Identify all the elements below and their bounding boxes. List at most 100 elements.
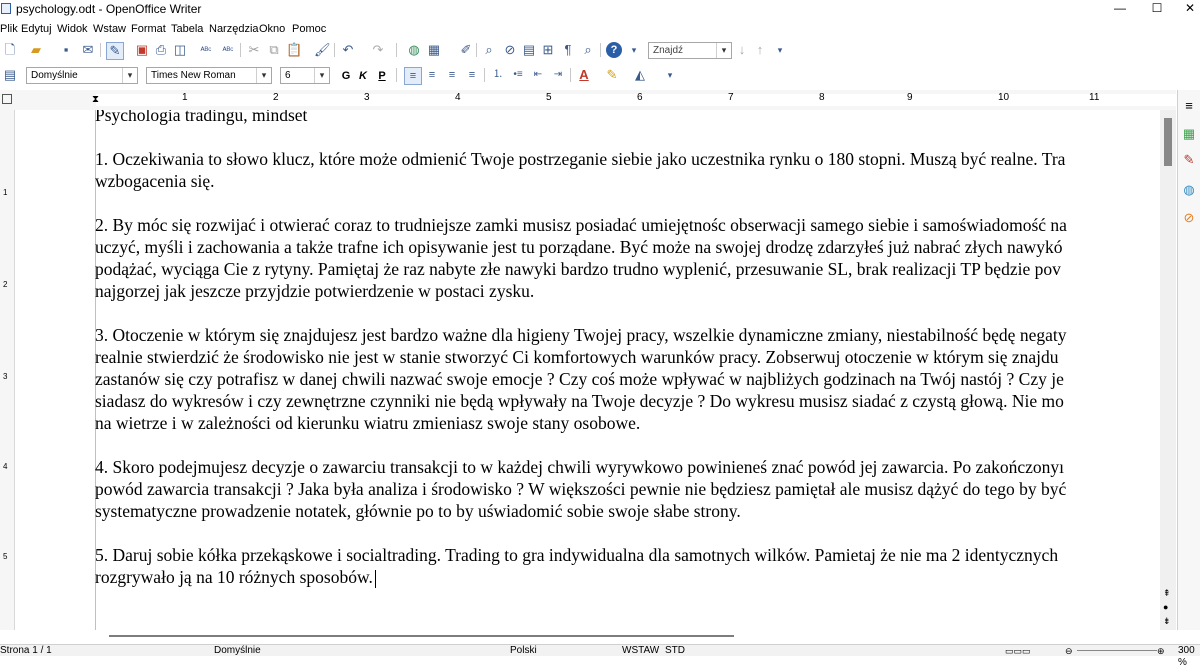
toolbar-options-icon[interactable]: ▾: [662, 67, 678, 83]
vertical-scrollbar[interactable]: ⇞ ● ⇟: [1160, 110, 1176, 630]
underline-button[interactable]: P: [376, 67, 388, 85]
menu-narzedzia[interactable]: Narzędzia: [209, 23, 259, 35]
font-color-icon[interactable]: A: [576, 67, 592, 83]
styles-and-formatting-icon[interactable]: ▤: [2, 67, 18, 83]
decrease-indent-icon[interactable]: ⇤: [530, 67, 546, 83]
align-right-icon[interactable]: ≡: [444, 67, 460, 83]
email-icon[interactable]: ✉: [80, 42, 96, 58]
find-previous-icon[interactable]: ↑: [752, 42, 768, 58]
justify-icon[interactable]: ≡: [464, 67, 480, 83]
paragraph-style-select[interactable]: Domyślnie ▾: [26, 67, 138, 84]
toolbar-separator: [484, 68, 485, 82]
menu-pomoc[interactable]: Pomoc: [292, 23, 326, 35]
document-text[interactable]: Psychologia tradingu, mindset 1. Oczekiw…: [95, 110, 1177, 610]
zoom-level[interactable]: 300 %: [1178, 645, 1200, 669]
navigator-icon[interactable]: ⊘: [502, 42, 518, 58]
font-size-select[interactable]: 6 ▾: [280, 67, 330, 84]
menu-okno[interactable]: Okno: [259, 23, 285, 35]
chevron-down-icon[interactable]: ▾: [314, 68, 329, 83]
print-preview-icon[interactable]: ◫: [172, 42, 188, 58]
increase-indent-icon[interactable]: ⇥: [550, 67, 566, 83]
scrollbar-thumb[interactable]: [1164, 118, 1172, 166]
autospellcheck-icon[interactable]: ᴬᴮᶜ: [220, 42, 236, 58]
cut-icon[interactable]: ✂: [246, 42, 262, 58]
chevron-down-icon[interactable]: ▾: [122, 68, 137, 83]
selection-mode[interactable]: STD: [665, 645, 685, 657]
menu-tabela[interactable]: Tabela: [171, 23, 203, 35]
insert-mode[interactable]: WSTAW: [622, 645, 659, 657]
toolbar-options-icon[interactable]: ▾: [626, 42, 642, 58]
copy-icon[interactable]: ⧉: [266, 42, 282, 58]
horizontal-scrollbar[interactable]: [95, 630, 1160, 644]
find-input[interactable]: Znajdź ▾: [648, 42, 732, 59]
find-next-icon[interactable]: ↓: [734, 42, 750, 58]
menu-plik[interactable]: Plik: [0, 23, 18, 35]
menu-edytuj[interactable]: Edytuj: [21, 23, 52, 35]
print-icon[interactable]: ⎙: [153, 42, 169, 58]
chevron-down-icon[interactable]: ▾: [256, 68, 271, 83]
save-icon[interactable]: ▪: [58, 42, 74, 58]
zoom-out-icon[interactable]: ⊖: [1065, 645, 1073, 657]
font-name-value: Times New Roman: [151, 70, 236, 81]
menu-widok[interactable]: Widok: [57, 23, 88, 35]
open-folder-icon[interactable]: ▰: [28, 42, 44, 58]
spellcheck-icon[interactable]: ᴬᴮᶜ: [198, 42, 214, 58]
sidebar-menu-icon[interactable]: ≡: [1181, 98, 1197, 114]
export-pdf-icon[interactable]: ▣: [134, 42, 150, 58]
next-page-icon[interactable]: ⇟: [1163, 616, 1171, 627]
align-left-icon[interactable]: ≡: [404, 67, 422, 85]
previous-page-icon[interactable]: ⇞: [1163, 588, 1171, 599]
numbering-icon[interactable]: ⒈: [490, 67, 506, 83]
page-indicator: Strona 1 / 1: [0, 645, 52, 656]
background-color-icon[interactable]: ◭: [632, 67, 648, 83]
bold-button[interactable]: G: [340, 67, 352, 85]
help-icon[interactable]: ?: [606, 42, 622, 58]
font-name-select[interactable]: Times New Roman ▾: [146, 67, 272, 84]
tab-stop-selector-icon[interactable]: [2, 94, 12, 104]
title-bar: psychology.odt - OpenOffice Writer — ☐ ✕: [0, 0, 1200, 18]
format-paintbrush-icon[interactable]: 🖌: [314, 42, 331, 58]
navigation-icon[interactable]: ●: [1163, 602, 1168, 612]
highlighting-icon[interactable]: ✎: [604, 67, 620, 83]
redo-icon[interactable]: ↷: [370, 42, 386, 58]
find-replace-icon[interactable]: ⌕: [481, 42, 497, 58]
gallery-icon[interactable]: ▤: [521, 42, 537, 58]
zoom-icon[interactable]: ⌕: [580, 42, 596, 58]
toolbar-separator: [476, 43, 477, 57]
zoom-in-icon[interactable]: ⊕: [1157, 645, 1165, 657]
table-icon[interactable]: ▦: [426, 42, 442, 58]
bullets-icon[interactable]: •≡: [510, 67, 526, 83]
show-draw-functions-icon[interactable]: ✐: [458, 42, 474, 58]
properties-icon[interactable]: ▦: [1181, 126, 1197, 142]
data-sources-icon[interactable]: ⊞: [540, 42, 556, 58]
scrollbar-track[interactable]: [109, 635, 734, 637]
nonprinting-characters-icon[interactable]: ¶: [560, 42, 576, 58]
horizontal-ruler[interactable]: 1 2 3 4 5 6 7 8 9 10 11 ⧗: [0, 90, 1176, 111]
gallery-icon[interactable]: ◍: [1181, 182, 1197, 198]
undo-icon[interactable]: ↶: [340, 42, 356, 58]
new-document-icon[interactable]: 🗋: [2, 42, 18, 58]
close-button[interactable]: ✕: [1170, 0, 1200, 18]
heading-line: Psychologia tradingu, mindset: [95, 110, 308, 125]
page-style[interactable]: Domyślnie: [214, 645, 261, 657]
menu-format[interactable]: Format: [131, 23, 166, 35]
toolbar-options-icon[interactable]: ▾: [772, 42, 788, 58]
hyperlink-icon[interactable]: ◍: [406, 42, 422, 58]
indent-marker-icon[interactable]: ⧗: [92, 94, 99, 105]
font-size-value: 6: [285, 70, 291, 81]
paste-icon[interactable]: 📋: [286, 42, 302, 58]
italic-button[interactable]: K: [357, 67, 369, 85]
align-center-icon[interactable]: ≡: [424, 67, 440, 83]
edit-mode-icon[interactable]: ✎: [106, 42, 124, 60]
styles-icon[interactable]: ✎: [1181, 152, 1197, 168]
navigator-icon[interactable]: ⊘: [1181, 210, 1197, 226]
document-page[interactable]: Psychologia tradingu, mindset 1. Oczekiw…: [15, 110, 1177, 630]
language[interactable]: Polski: [510, 645, 537, 657]
chevron-down-icon[interactable]: ▾: [716, 43, 731, 58]
minimize-button[interactable]: —: [1100, 0, 1140, 18]
zoom-slider[interactable]: [1077, 650, 1157, 651]
text-line: siadasz do wykresów i czy zewnętrzne czy…: [95, 391, 1064, 411]
ruler-tick: 4: [455, 92, 461, 103]
view-layout-icon[interactable]: ▭▭▭: [1005, 645, 1031, 657]
menu-wstaw[interactable]: Wstaw: [93, 23, 126, 35]
